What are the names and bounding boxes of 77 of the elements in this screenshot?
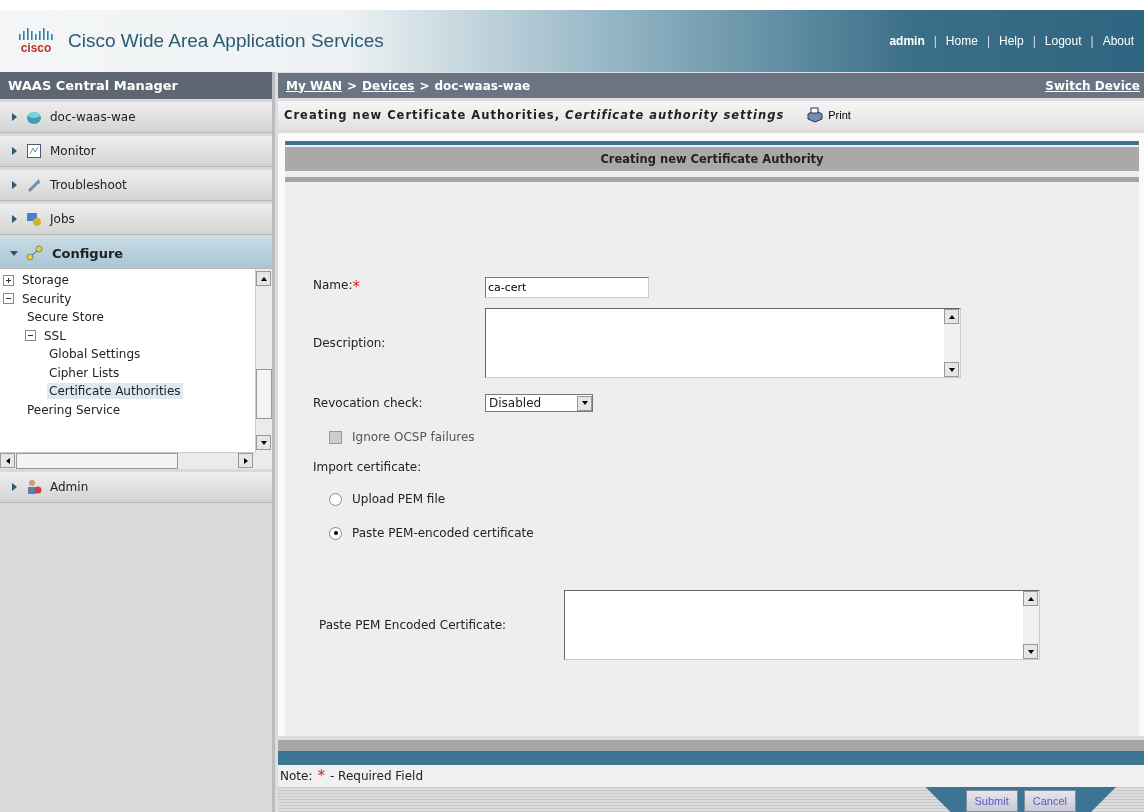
scrollbar-corner xyxy=(255,452,272,469)
tree-item[interactable]: Global Settings xyxy=(47,346,143,363)
dropdown[interactable]: Disabled xyxy=(485,394,593,412)
breadcrumb-link[interactable]: Devices xyxy=(362,78,415,93)
header-link[interactable]: Home xyxy=(945,34,978,48)
minus-box-icon[interactable] xyxy=(3,293,14,305)
separator: | xyxy=(986,34,990,48)
input-field[interactable]: ca-cert xyxy=(485,276,649,298)
tree-item[interactable]: Secure Store xyxy=(25,309,106,326)
section-label: Import certificate: xyxy=(313,460,423,474)
field-label: Paste PEM Encoded Certificate: xyxy=(318,618,508,632)
monitor-icon xyxy=(26,143,42,159)
separator: | xyxy=(933,34,937,48)
form-heading: Creating new Certificate Authority xyxy=(285,147,1139,171)
tree-item[interactable]: Cipher Lists xyxy=(47,364,122,381)
print-button[interactable]: Print xyxy=(806,107,851,123)
tree-item[interactable]: Security xyxy=(20,290,74,307)
caret-right-icon[interactable] xyxy=(10,181,18,189)
tree-item[interactable]: Storage xyxy=(20,272,71,289)
header-link[interactable]: About xyxy=(1102,34,1134,48)
separator: | xyxy=(1032,34,1036,48)
caret-right-icon[interactable] xyxy=(10,147,18,155)
breadcrumb-separator: > xyxy=(346,78,358,93)
nav-item[interactable]: Troubleshoot xyxy=(0,170,272,201)
breadcrumb-separator: > xyxy=(419,78,430,93)
caret-right-icon[interactable] xyxy=(10,113,18,121)
caret-right-icon[interactable] xyxy=(10,483,18,491)
nav-item[interactable]: Monitor xyxy=(0,136,272,167)
caret-down-icon[interactable] xyxy=(10,249,18,257)
radio-label: Paste PEM-encoded certificate xyxy=(352,526,534,540)
tree-item[interactable]: Peering Service xyxy=(25,401,123,418)
tree-item[interactable]: SSL xyxy=(42,327,68,344)
nav-item[interactable]: Jobs xyxy=(0,204,272,235)
field-label: Description: xyxy=(313,336,387,350)
page-title: Creating new Certificate Authorities, Certificate authority settings xyxy=(284,108,785,122)
switch-device-link[interactable]: Switch Device xyxy=(1045,78,1140,93)
cancel-button[interactable]: Cancel xyxy=(1023,790,1076,812)
scroll-up-icon[interactable] xyxy=(944,309,959,324)
scroll-up-icon[interactable] xyxy=(1023,591,1038,606)
note-label: Note: xyxy=(280,769,313,783)
tree-item[interactable]: Certificate Authorities xyxy=(47,383,183,400)
header-link[interactable]: Logout xyxy=(1044,34,1082,48)
note-text: - Required Field xyxy=(329,769,424,783)
header-link[interactable]: Help xyxy=(999,34,1024,48)
app-title: Cisco Wide Area Application Services xyxy=(68,30,384,52)
logo-text: cisco xyxy=(20,42,52,54)
scroll-down-icon[interactable] xyxy=(256,435,271,450)
users-icon xyxy=(26,479,42,495)
required-mark: * xyxy=(317,767,325,785)
sidebar-title: WAAS Central Manager xyxy=(0,72,272,99)
logo-bars-icon xyxy=(18,28,54,41)
nav-item[interactable]: Configure xyxy=(0,238,272,269)
breadcrumb-current: doc-waas-wae xyxy=(434,78,531,93)
printer-icon xyxy=(806,107,825,123)
user-name: admin xyxy=(889,34,925,48)
field-label: Revocation check: xyxy=(313,396,424,410)
scroll-down-icon[interactable] xyxy=(944,362,959,377)
scroll-left-icon[interactable] xyxy=(0,453,15,468)
radio-label: Upload PEM file xyxy=(352,492,446,506)
submit-button[interactable]: Submit xyxy=(965,790,1018,812)
checkbox-label: Ignore OCSP failures xyxy=(352,430,475,444)
scroll-down-icon[interactable] xyxy=(1023,644,1038,659)
radio-button[interactable] xyxy=(329,526,342,540)
horizontal-scrollbar[interactable] xyxy=(0,452,255,469)
scroll-down-icon[interactable] xyxy=(577,395,592,411)
vertical-scrollbar[interactable] xyxy=(255,269,272,452)
minus-box-icon[interactable] xyxy=(25,330,36,342)
radio-button[interactable] xyxy=(329,492,342,506)
scroll-right-icon[interactable] xyxy=(238,453,253,468)
plus-box-icon[interactable] xyxy=(3,274,14,286)
caret-right-icon[interactable] xyxy=(10,215,18,223)
breadcrumb-link[interactable]: My WAN xyxy=(286,78,342,93)
separator: | xyxy=(1090,34,1094,48)
scroll-up-icon[interactable] xyxy=(256,271,271,286)
nav-item[interactable]: Admin xyxy=(0,472,272,503)
nav-item[interactable]: doc-waas-wae xyxy=(0,102,272,133)
nodes-icon xyxy=(26,245,44,261)
